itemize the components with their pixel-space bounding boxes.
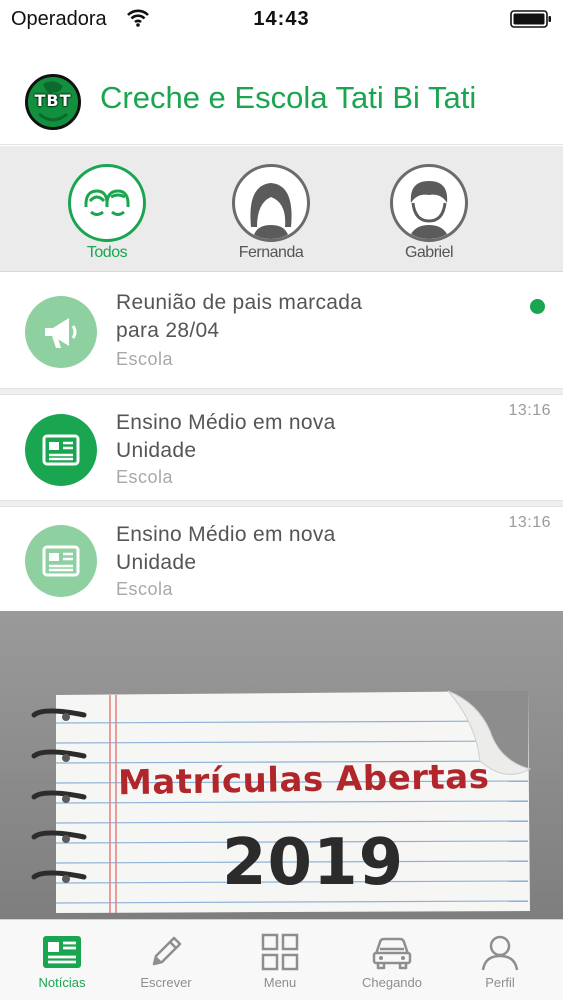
profile-label-gabriel: Gabriel xyxy=(404,244,454,261)
school-logo: TBT xyxy=(25,74,81,130)
news-title-line: Ensino Médio em nova xyxy=(116,411,336,434)
list-divider xyxy=(0,500,563,507)
profile-gabriel[interactable]: Gabriel xyxy=(374,164,484,262)
news-source: Escola xyxy=(116,349,174,369)
news-title: Reunião de pais marcada para 28/04 xyxy=(116,289,416,345)
banner-title: Matrículas Abertas xyxy=(117,756,490,804)
news-title-line: Unidade xyxy=(116,551,197,574)
girl-avatar-icon xyxy=(232,164,310,242)
news-source: Escola xyxy=(116,467,174,487)
car-icon xyxy=(372,937,412,970)
news-title: Ensino Médio em nova Unidade xyxy=(116,409,416,465)
app-header: TBT Creche e Escola Tati Bi Tati xyxy=(0,40,563,145)
profile-label-fernanda: Fernanda xyxy=(238,244,304,261)
news-item[interactable]: Ensino Médio em nova Unidade Escola 13:1… xyxy=(0,507,563,611)
profile-todos[interactable]: Todos xyxy=(52,164,162,262)
tab-label: Perfil xyxy=(485,975,515,990)
tab-perfil[interactable]: Perfil xyxy=(444,920,556,1000)
app-title: Creche e Escola Tati Bi Tati xyxy=(100,80,477,115)
news-title: Ensino Médio em nova Unidade xyxy=(116,521,416,577)
news-source: Escola xyxy=(116,579,174,599)
tab-label: Chegando xyxy=(362,975,422,990)
profile-fernanda[interactable]: Fernanda xyxy=(216,164,326,262)
status-time: 14:43 xyxy=(253,8,310,30)
tab-label: Escrever xyxy=(140,975,192,990)
news-icon xyxy=(43,936,81,968)
tab-bar: Notícias Escrever Menu Chegando Perfil xyxy=(0,919,563,1000)
battery-icon xyxy=(510,10,552,28)
news-time: 13:16 xyxy=(508,514,551,531)
news-item[interactable]: Ensino Médio em nova Unidade Escola 13:1… xyxy=(0,395,563,501)
newspaper-icon xyxy=(25,525,97,597)
profile-label-todos: Todos xyxy=(86,244,128,261)
news-title-line: Reunião de pais marcada xyxy=(116,291,363,314)
news-title-line: Unidade xyxy=(116,439,197,462)
list-divider xyxy=(0,388,563,395)
newspaper-icon xyxy=(25,414,97,486)
logo-text: TBT xyxy=(34,91,72,110)
grid-icon xyxy=(261,933,299,971)
news-time: 13:16 xyxy=(508,402,551,419)
pencil-icon xyxy=(152,936,182,966)
tab-menu[interactable]: Menu xyxy=(224,920,336,1000)
news-title-line: para 28/04 xyxy=(116,319,220,342)
two-children-icon xyxy=(68,164,146,242)
news-title-line: Ensino Médio em nova xyxy=(116,523,336,546)
profile-filter: Todos Fernanda Gabriel xyxy=(0,146,563,272)
tab-label: Menu xyxy=(263,975,297,990)
megaphone-icon xyxy=(25,296,97,368)
news-item[interactable]: Reunião de pais marcada para 28/04 Escol… xyxy=(0,273,563,388)
unread-indicator xyxy=(530,299,545,314)
tab-chegando[interactable]: Chegando xyxy=(336,920,448,1000)
person-icon xyxy=(481,935,519,971)
tab-label: Notícias xyxy=(38,975,86,990)
tab-noticias[interactable]: Notícias xyxy=(6,920,118,1000)
status-bar: Operadora 14:43 xyxy=(0,0,563,40)
tab-escrever[interactable]: Escrever xyxy=(110,920,222,1000)
boy-avatar-icon xyxy=(390,164,468,242)
banner-year: 2019 xyxy=(222,826,405,900)
